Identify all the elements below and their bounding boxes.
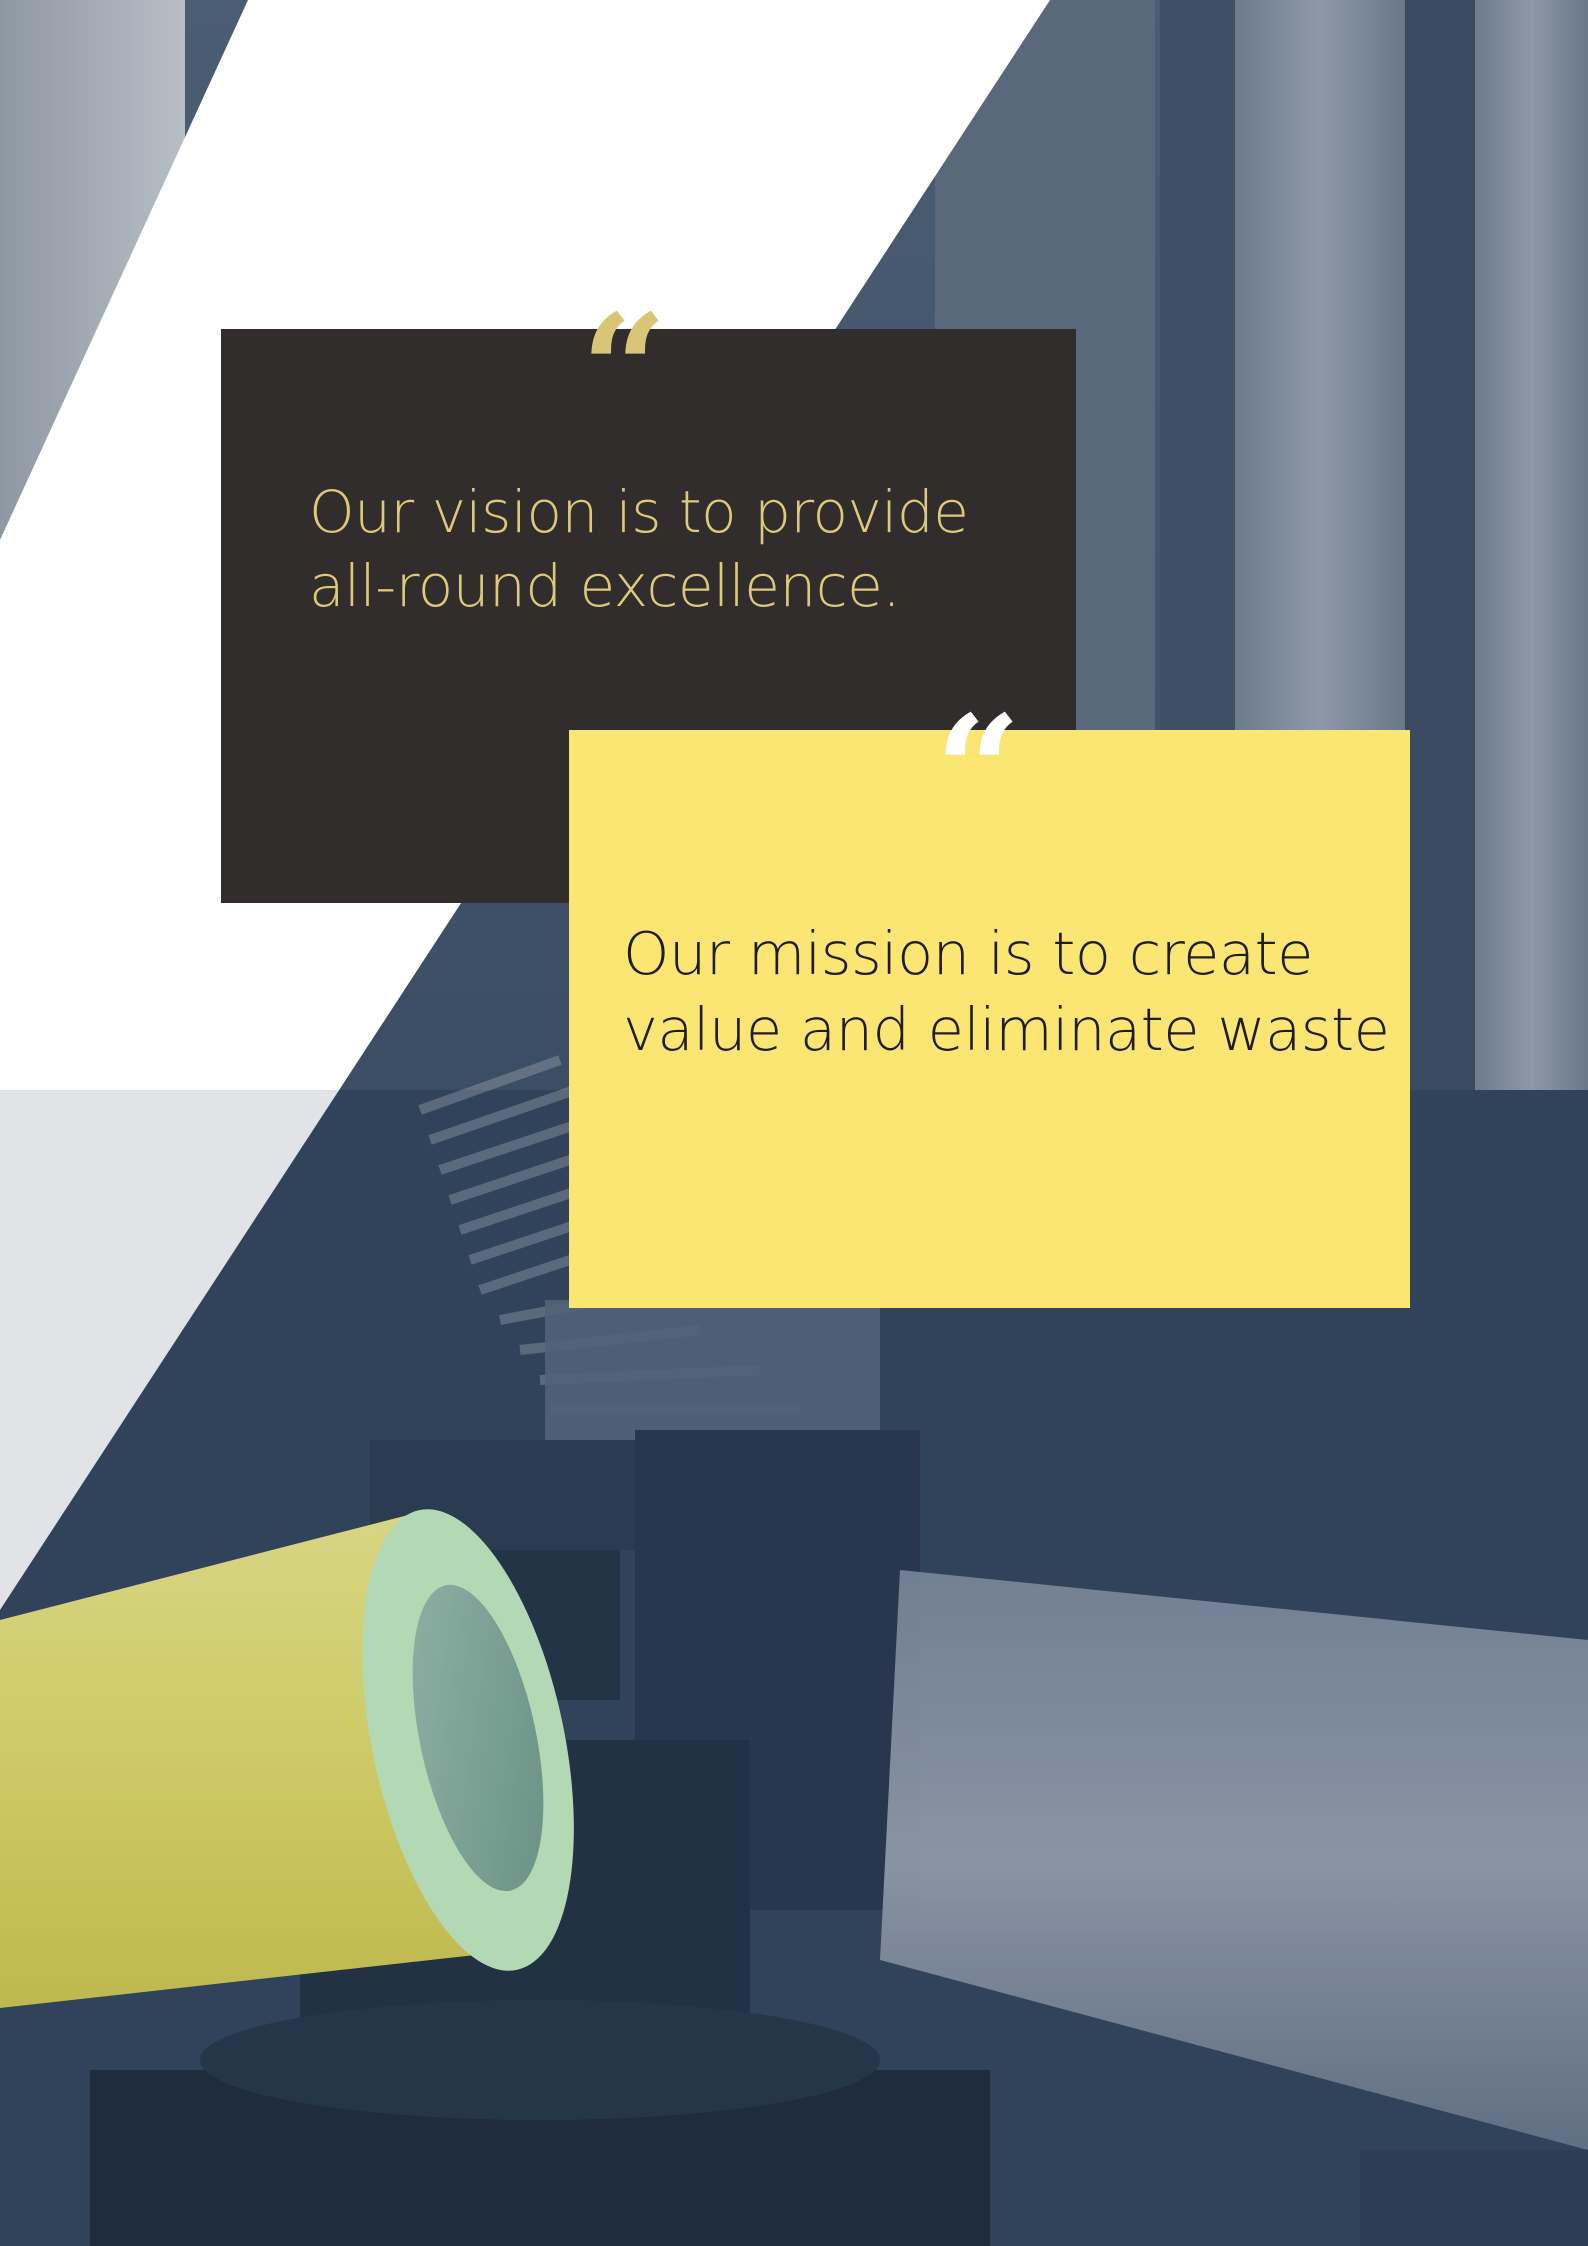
vision-quote-mark: “: [581, 282, 667, 458]
mission-quote-card: “ Our mission is to create value and eli…: [569, 696, 1410, 1308]
vision-statement: Our vision is to provide all-round excel…: [309, 478, 969, 620]
mission-statement: Our mission is to create value and elimi…: [623, 919, 1390, 1064]
mission-quote-mark: “: [935, 683, 1021, 859]
